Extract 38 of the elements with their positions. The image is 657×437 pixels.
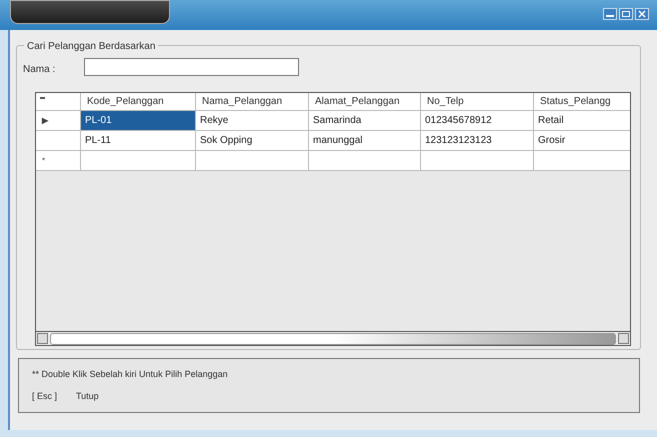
table-cell[interactable] bbox=[81, 151, 196, 171]
window-tab[interactable] bbox=[10, 0, 170, 24]
table-cell[interactable]: 012345678912 bbox=[421, 111, 534, 131]
maximize-button[interactable] bbox=[619, 8, 633, 20]
column-header[interactable]: Nama_Pelanggan bbox=[196, 93, 309, 111]
table-cell[interactable] bbox=[421, 151, 534, 171]
field-label: Nama : bbox=[23, 63, 56, 77]
column-header[interactable]: Status_Pelangg bbox=[534, 93, 630, 111]
table-cell[interactable]: PL-11 bbox=[81, 131, 196, 151]
column-header[interactable]: No_Telp bbox=[421, 93, 534, 111]
row-header[interactable]: ▶ bbox=[36, 111, 81, 131]
minimize-button[interactable] bbox=[603, 8, 617, 20]
row-header[interactable] bbox=[36, 131, 81, 151]
table-cell[interactable]: Grosir bbox=[534, 131, 630, 151]
table-cell[interactable] bbox=[196, 151, 309, 171]
scroll-right-icon[interactable] bbox=[618, 333, 629, 344]
hint-text: ** Double Klik Sebelah kiri Untuk Pilih Pelanggan bbox=[32, 368, 228, 381]
column-header[interactable]: Kode_Pelanggan bbox=[81, 93, 196, 111]
scroll-left-icon[interactable] bbox=[37, 333, 48, 344]
column-header[interactable]: Alamat_Pelanggan bbox=[309, 93, 421, 111]
table-cell[interactable]: PL-01 bbox=[81, 111, 196, 131]
table-cell[interactable]: 123123123123 bbox=[421, 131, 534, 151]
horizontal-scrollbar[interactable] bbox=[35, 331, 631, 346]
name-input[interactable] bbox=[84, 58, 299, 76]
close-button[interactable] bbox=[635, 8, 649, 20]
table-cell[interactable]: Retail bbox=[534, 111, 630, 131]
group-title: Cari Pelanggan Berdasarkan bbox=[24, 39, 158, 54]
shortcut-key: [ Esc ] bbox=[32, 390, 58, 404]
shortcut-action: Tutup bbox=[76, 390, 99, 403]
scroll-thumb[interactable] bbox=[50, 332, 616, 344]
close-icon bbox=[638, 10, 646, 18]
table-cell[interactable]: manunggal bbox=[309, 131, 421, 151]
table-cell[interactable]: Samarinda bbox=[309, 111, 421, 131]
table-cell[interactable]: Sok Opping bbox=[196, 131, 309, 151]
table-cell[interactable] bbox=[309, 151, 421, 171]
table-cell[interactable] bbox=[534, 151, 630, 171]
table-cell[interactable]: Rekye bbox=[196, 111, 309, 131]
row-header[interactable]: * bbox=[36, 151, 81, 171]
